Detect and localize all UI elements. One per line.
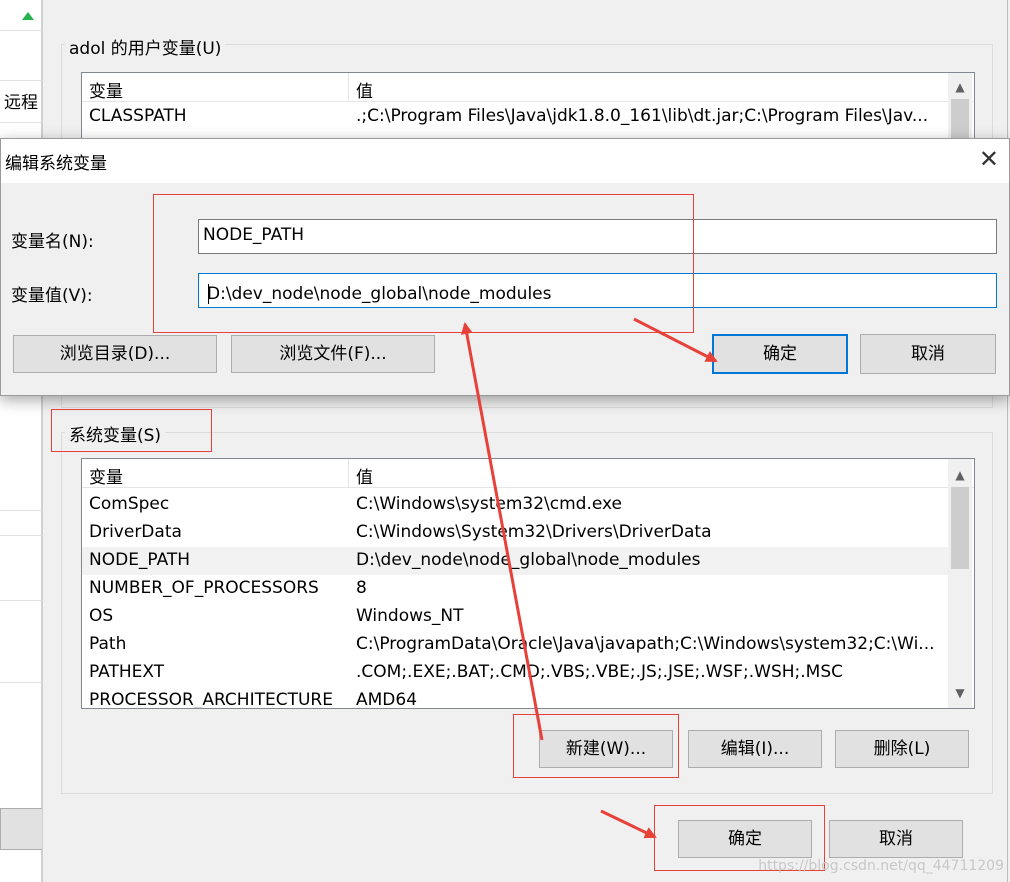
table-row[interactable]: CLASSPATH .;C:\Program Files\Java\jdk1.8… [82, 103, 948, 131]
column-divider[interactable] [348, 73, 349, 101]
var-value-cell: C:\Windows\system32\cmd.exe [356, 494, 623, 514]
column-header-value[interactable]: 值 [356, 77, 373, 102]
divider [0, 122, 42, 123]
divider [0, 80, 42, 81]
column-header-value[interactable]: 值 [356, 463, 373, 488]
background-button[interactable] [0, 808, 44, 850]
divider [0, 682, 42, 683]
var-name-cell: Path [89, 634, 127, 654]
edit-button[interactable]: 编辑(I)... [688, 730, 822, 768]
variable-name-value: NODE_PATH [203, 225, 305, 245]
divider [0, 535, 42, 536]
browse-file-button[interactable]: 浏览文件(F)... [231, 335, 435, 373]
var-value-cell: AMD64 [356, 690, 418, 709]
scroll-up-icon[interactable]: ▲ [948, 75, 972, 99]
edit-cancel-button[interactable]: 取消 [860, 334, 996, 374]
var-value-cell: C:\ProgramData\Oracle\Java\javapath;C:\W… [356, 634, 935, 654]
table-row[interactable]: DriverData C:\Windows\System32\Drivers\D… [82, 519, 948, 547]
text-caret [208, 284, 209, 304]
green-indicator-icon [22, 12, 34, 20]
scroll-thumb[interactable] [951, 99, 969, 139]
user-vars-group-title: adol 的用户变量(U) [65, 34, 226, 59]
var-value-cell: D:\dev_node\node_global\node_modules [356, 550, 701, 570]
var-name-cell: NODE_PATH [89, 550, 191, 570]
variable-value: D:\dev_node\node_global\node_modules [207, 284, 552, 304]
table-row[interactable]: PATHEXT .COM;.EXE;.BAT;.CMD;.VBS;.VBE;.J… [82, 659, 948, 687]
browse-directory-button[interactable]: 浏览目录(D)... [13, 335, 217, 373]
var-value-cell: C:\Windows\System32\Drivers\DriverData [356, 522, 712, 542]
scroll-down-icon[interactable]: ▼ [948, 681, 972, 705]
environment-variables-dialog: adol 的用户变量(U) 变量 值 CLASSPATH .;C:\Progra… [42, 0, 1008, 882]
edit-ok-button[interactable]: 确定 [712, 334, 848, 374]
delete-button[interactable]: 删除(L) [835, 730, 969, 768]
var-value-cell: .;C:\Program Files\Java\jdk1.8.0_161\lib… [356, 106, 929, 126]
divider [0, 510, 42, 511]
new-button[interactable]: 新建(W)... [539, 730, 673, 768]
system-vars-group-title: 系统变量(S) [65, 421, 166, 446]
var-name-cell: PROCESSOR_ARCHITECTURE [89, 690, 333, 709]
system-vars-scrollbar[interactable]: ▲ ▼ [948, 459, 972, 708]
user-vars-scrollbar[interactable]: ▲ [948, 73, 972, 139]
scroll-up-icon[interactable]: ▲ [948, 463, 972, 487]
variable-name-label: 变量名(N): [11, 232, 94, 252]
var-name-cell: NUMBER_OF_PROCESSORS [89, 578, 319, 598]
table-row[interactable]: ComSpec C:\Windows\system32\cmd.exe [82, 491, 948, 519]
user-vars-list[interactable]: 变量 值 CLASSPATH .;C:\Program Files\Java\j… [81, 72, 975, 140]
column-divider[interactable] [348, 459, 349, 487]
watermark: https://blog.csdn.net/qq_44711209 [758, 858, 1004, 874]
system-vars-list[interactable]: 变量 值 ComSpec C:\Windows\system32\cmd.exe… [81, 458, 975, 709]
var-name-cell: PATHEXT [89, 662, 165, 682]
table-row[interactable]: OS Windows_NT [82, 603, 948, 631]
table-row[interactable]: Path C:\ProgramData\Oracle\Java\javapath… [82, 631, 948, 659]
dialog-title: 编辑系统变量 [5, 154, 107, 174]
divider [0, 30, 42, 31]
remote-tab-label[interactable]: 远程 [4, 88, 38, 113]
var-value-cell: Windows_NT [356, 606, 464, 626]
scroll-thumb[interactable] [951, 487, 969, 569]
variable-name-field[interactable]: NODE_PATH [198, 219, 997, 254]
var-name-cell: ComSpec [89, 494, 170, 514]
divider [0, 600, 42, 601]
system-vars-header: 变量 值 [82, 459, 974, 488]
table-row-selected[interactable]: NODE_PATH D:\dev_node\node_global\node_m… [82, 547, 948, 575]
variable-value-field[interactable]: D:\dev_node\node_global\node_modules [198, 273, 997, 308]
ok-button[interactable]: 确定 [678, 820, 812, 858]
var-name-cell: DriverData [89, 522, 182, 542]
close-icon[interactable]: ✕ [979, 145, 999, 173]
background-window: 远程 [0, 0, 44, 882]
var-value-cell: .COM;.EXE;.BAT;.CMD;.VBS;.VBE;.JS;.JSE;.… [356, 662, 844, 682]
column-header-name[interactable]: 变量 [89, 463, 123, 488]
user-vars-header: 变量 值 [82, 73, 974, 102]
column-header-name[interactable]: 变量 [89, 77, 123, 102]
dialog-title-bar[interactable]: 编辑系统变量 ✕ [1, 139, 1009, 183]
table-row[interactable]: PROCESSOR_ARCHITECTURE AMD64 [82, 687, 948, 709]
variable-value-label: 变量值(V): [11, 286, 93, 306]
table-row[interactable]: NUMBER_OF_PROCESSORS 8 [82, 575, 948, 603]
var-name-cell: OS [89, 606, 114, 626]
edit-system-variable-dialog: 编辑系统变量 ✕ 变量名(N): NODE_PATH 变量值(V): D:\de… [0, 138, 1010, 396]
cancel-button[interactable]: 取消 [829, 820, 963, 858]
var-value-cell: 8 [356, 578, 367, 598]
var-name-cell: CLASSPATH [89, 106, 187, 126]
